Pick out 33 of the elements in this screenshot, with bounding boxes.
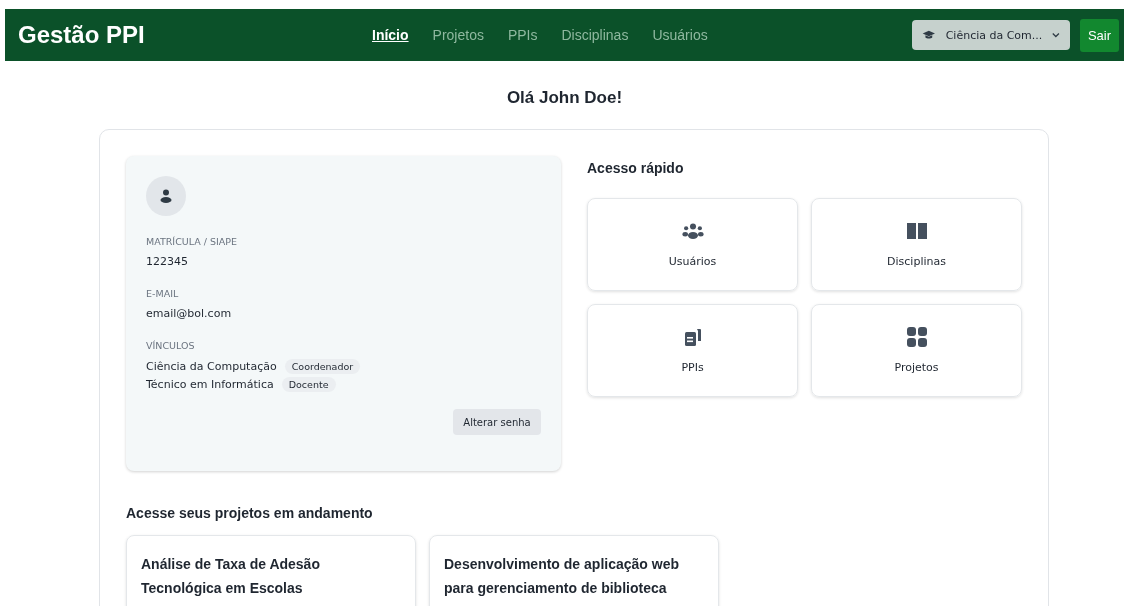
field-value: email@bol.com xyxy=(146,307,233,320)
grid-icon xyxy=(905,327,928,347)
role-tag: Coordenador xyxy=(284,359,361,374)
field-value: 122345 xyxy=(146,255,189,268)
project-card[interactable]: Análise de Taxa de Adesão Tecnológica em Escolas xyxy=(126,535,416,606)
course-name: Técnico em Informática xyxy=(146,378,274,391)
user-icon xyxy=(160,189,172,203)
quick-access-tile[interactable]: Usuários xyxy=(587,198,798,291)
section-heading: Acesse seus projetos em andamento xyxy=(126,505,374,521)
nav-link[interactable]: Disciplinas xyxy=(561,27,629,43)
quick-access-tile[interactable]: Projetos xyxy=(811,304,1022,397)
field-label: E-MAIL xyxy=(146,288,180,299)
course-select[interactable]: Ciência da Com... xyxy=(912,20,1070,50)
users-icon xyxy=(681,221,704,241)
change-password-button[interactable]: Alterar senha xyxy=(453,409,541,435)
section-heading: Acesso rápido xyxy=(587,160,685,176)
course-name: Ciência da Computação xyxy=(146,360,277,373)
project-card[interactable]: Desenvolvimento de aplicação web para gerenciamento de biblioteca xyxy=(429,535,719,606)
chevron-down-icon xyxy=(1052,32,1060,38)
brand-title: Gestão PPI xyxy=(18,21,146,49)
nav-link[interactable]: Projetos xyxy=(432,27,484,43)
nav-link[interactable]: PPIs xyxy=(507,27,538,43)
role-tag: Docente xyxy=(281,377,336,392)
greeting-heading: Olá John Doe! xyxy=(505,88,624,108)
graduation-cap-icon xyxy=(922,28,936,42)
field-label: VÍNCULOS xyxy=(146,340,196,351)
nav-link[interactable]: Usuários xyxy=(652,27,708,43)
nav-link[interactable]: Início xyxy=(372,27,409,43)
quick-access-tile[interactable]: Disciplinas xyxy=(811,198,1022,291)
logout-button[interactable]: Sair xyxy=(1080,18,1119,52)
book-icon xyxy=(905,221,928,241)
quick-access-tile[interactable]: PPIs xyxy=(587,304,798,397)
field-label: MATRÍCULA / SIAPE xyxy=(146,236,239,247)
